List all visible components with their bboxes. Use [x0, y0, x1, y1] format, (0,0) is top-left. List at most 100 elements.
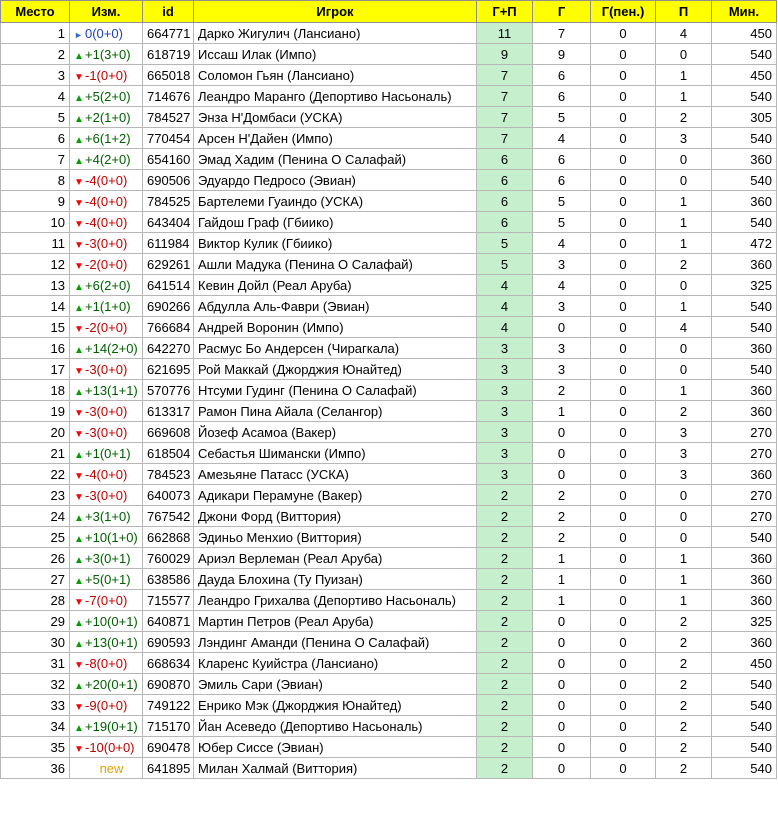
place-cell[interactable]: 21 — [0, 442, 70, 464]
table-row[interactable]: 1 ► 0(0+0) 664771 Дарко Жигулич (Лансиано) 11… — [0, 22, 777, 44]
place-cell[interactable]: 25 — [0, 526, 70, 548]
pen-cell[interactable]: 0 — [590, 610, 656, 632]
assists-cell[interactable]: 2 — [655, 736, 712, 758]
goals-cell[interactable]: 0 — [532, 316, 591, 338]
id-cell[interactable]: 784525 — [142, 190, 194, 212]
assists-cell[interactable]: 2 — [655, 610, 712, 632]
assists-cell[interactable]: 2 — [655, 715, 712, 737]
gp-cell[interactable]: 2 — [476, 736, 533, 758]
player-cell[interactable]: Милан Халмай (Виттория) — [193, 757, 477, 779]
player-cell[interactable]: Йан Асеведо (Депортиво Насьональ) — [193, 715, 477, 737]
place-cell[interactable]: 1 — [0, 22, 70, 44]
player-cell[interactable]: Кларенс Куийстра (Лансиано) — [193, 652, 477, 674]
goals-cell[interactable]: 4 — [532, 274, 591, 296]
player-cell[interactable]: Андрей Воронин (Импо) — [193, 316, 477, 338]
pen-cell[interactable]: 0 — [590, 85, 656, 107]
header-minutes[interactable]: Мин. — [711, 0, 777, 23]
gp-cell[interactable]: 5 — [476, 232, 533, 254]
id-cell[interactable]: 784527 — [142, 106, 194, 128]
gp-cell[interactable]: 2 — [476, 610, 533, 632]
table-row[interactable]: 23 ▼-3(0+0) 640073 Адикари Перамуне (Вакер)… — [0, 484, 777, 506]
goals-cell[interactable]: 6 — [532, 64, 591, 86]
minutes-cell[interactable]: 540 — [711, 736, 777, 758]
goals-cell[interactable]: 0 — [532, 610, 591, 632]
goals-cell[interactable]: 1 — [532, 568, 591, 590]
assists-cell[interactable]: 2 — [655, 400, 712, 422]
player-cell[interactable]: Абдулла Аль-Фаври (Эвиан) — [193, 295, 477, 317]
goals-cell[interactable]: 9 — [532, 43, 591, 65]
place-cell[interactable]: 15 — [0, 316, 70, 338]
gp-cell[interactable]: 7 — [476, 64, 533, 86]
gp-cell[interactable]: 9 — [476, 43, 533, 65]
id-cell[interactable]: 611984 — [142, 232, 194, 254]
table-row[interactable]: 20 ▼-3(0+0) 669608 Йозеф Асамоа (Вакер) 3 0 0 3… — [0, 421, 777, 443]
minutes-cell[interactable]: 360 — [711, 337, 777, 359]
header-goals[interactable]: Г — [532, 0, 591, 23]
place-cell[interactable]: 17 — [0, 358, 70, 380]
header-pen[interactable]: Г(пен.) — [590, 0, 656, 23]
place-cell[interactable]: 2 — [0, 43, 70, 65]
table-row[interactable]: 11 ▼-3(0+0) 611984 Виктор Кулик (Гбиико) 5 4 0… — [0, 232, 777, 254]
goals-cell[interactable]: 0 — [532, 652, 591, 674]
table-row[interactable]: 35 ▼-10(0+0) 690478 Юбер Сиссе (Эвиан) 2 0 0 2 5… — [0, 736, 777, 758]
minutes-cell[interactable]: 540 — [711, 295, 777, 317]
gp-cell[interactable]: 3 — [476, 337, 533, 359]
table-row[interactable]: 22 ▼-4(0+0) 784523 Амезьяне Патасс (УСКА) 3 0… — [0, 463, 777, 485]
assists-cell[interactable]: 1 — [655, 232, 712, 254]
gp-cell[interactable]: 2 — [476, 547, 533, 569]
change-cell[interactable]: ▼-3(0+0) — [69, 400, 143, 422]
minutes-cell[interactable]: 360 — [711, 253, 777, 275]
minutes-cell[interactable]: 270 — [711, 421, 777, 443]
assists-cell[interactable]: 0 — [655, 274, 712, 296]
pen-cell[interactable]: 0 — [590, 253, 656, 275]
gp-cell[interactable]: 2 — [476, 631, 533, 653]
id-cell[interactable]: 669608 — [142, 421, 194, 443]
table-row[interactable]: 21 ▲+1(0+1) 618504 Себастья Шимански (Импо)… — [0, 442, 777, 464]
gp-cell[interactable]: 6 — [476, 169, 533, 191]
player-cell[interactable]: Гайдош Граф (Гбиико) — [193, 211, 477, 233]
assists-cell[interactable]: 2 — [655, 652, 712, 674]
table-row[interactable]: 16 ▲+14(2+0) 642270 Расмус Бо Андерсен (Чир… — [0, 337, 777, 359]
id-cell[interactable]: 640871 — [142, 610, 194, 632]
pen-cell[interactable]: 0 — [590, 463, 656, 485]
place-cell[interactable]: 18 — [0, 379, 70, 401]
pen-cell[interactable]: 0 — [590, 631, 656, 653]
goals-cell[interactable]: 4 — [532, 127, 591, 149]
pen-cell[interactable]: 0 — [590, 652, 656, 674]
id-cell[interactable]: 690478 — [142, 736, 194, 758]
change-cell[interactable]: ▲+5(0+1) — [69, 568, 143, 590]
player-cell[interactable]: Себастья Шимански (Импо) — [193, 442, 477, 464]
place-cell[interactable]: 4 — [0, 85, 70, 107]
minutes-cell[interactable]: 360 — [711, 148, 777, 170]
pen-cell[interactable]: 0 — [590, 505, 656, 527]
goals-cell[interactable]: 6 — [532, 169, 591, 191]
table-row[interactable]: 31 ▼-8(0+0) 668634 Кларенс Куийстра (Лансиа… — [0, 652, 777, 674]
gp-cell[interactable]: 2 — [476, 694, 533, 716]
minutes-cell[interactable]: 540 — [711, 127, 777, 149]
gp-cell[interactable]: 6 — [476, 190, 533, 212]
goals-cell[interactable]: 0 — [532, 673, 591, 695]
table-row[interactable]: 24 ▲+3(1+0) 767542 Джони Форд (Виттория) 2 2 0… — [0, 505, 777, 527]
goals-cell[interactable]: 1 — [532, 400, 591, 422]
table-row[interactable]: 28 ▼-7(0+0) 715577 Леандро Грихалва (Депорт… — [0, 589, 777, 611]
table-row[interactable]: 7 ▲+4(2+0) 654160 Эмад Хадим (Пенина О Сала… — [0, 148, 777, 170]
id-cell[interactable]: 690870 — [142, 673, 194, 695]
gp-cell[interactable]: 11 — [476, 22, 533, 44]
place-cell[interactable]: 23 — [0, 484, 70, 506]
place-cell[interactable]: 27 — [0, 568, 70, 590]
place-cell[interactable]: 30 — [0, 631, 70, 653]
change-cell[interactable]: ▼-4(0+0) — [69, 211, 143, 233]
player-cell[interactable]: Рой Маккай (Джорджия Юнайтед) — [193, 358, 477, 380]
assists-cell[interactable]: 0 — [655, 169, 712, 191]
pen-cell[interactable]: 0 — [590, 547, 656, 569]
player-cell[interactable]: Дауда Блохина (Ту Пуизан) — [193, 568, 477, 590]
pen-cell[interactable]: 0 — [590, 379, 656, 401]
id-cell[interactable]: 715170 — [142, 715, 194, 737]
change-cell[interactable]: ▲+20(0+1) — [69, 673, 143, 695]
id-cell[interactable]: 642270 — [142, 337, 194, 359]
table-row[interactable]: 12 ▼-2(0+0) 629261 Ашли Мадука (Пенина О Са… — [0, 253, 777, 275]
table-row[interactable]: 30 ▲+13(0+1) 690593 Лэндинг Аманди (Пенина … — [0, 631, 777, 653]
assists-cell[interactable]: 1 — [655, 568, 712, 590]
goals-cell[interactable]: 0 — [532, 442, 591, 464]
assists-cell[interactable]: 0 — [655, 337, 712, 359]
